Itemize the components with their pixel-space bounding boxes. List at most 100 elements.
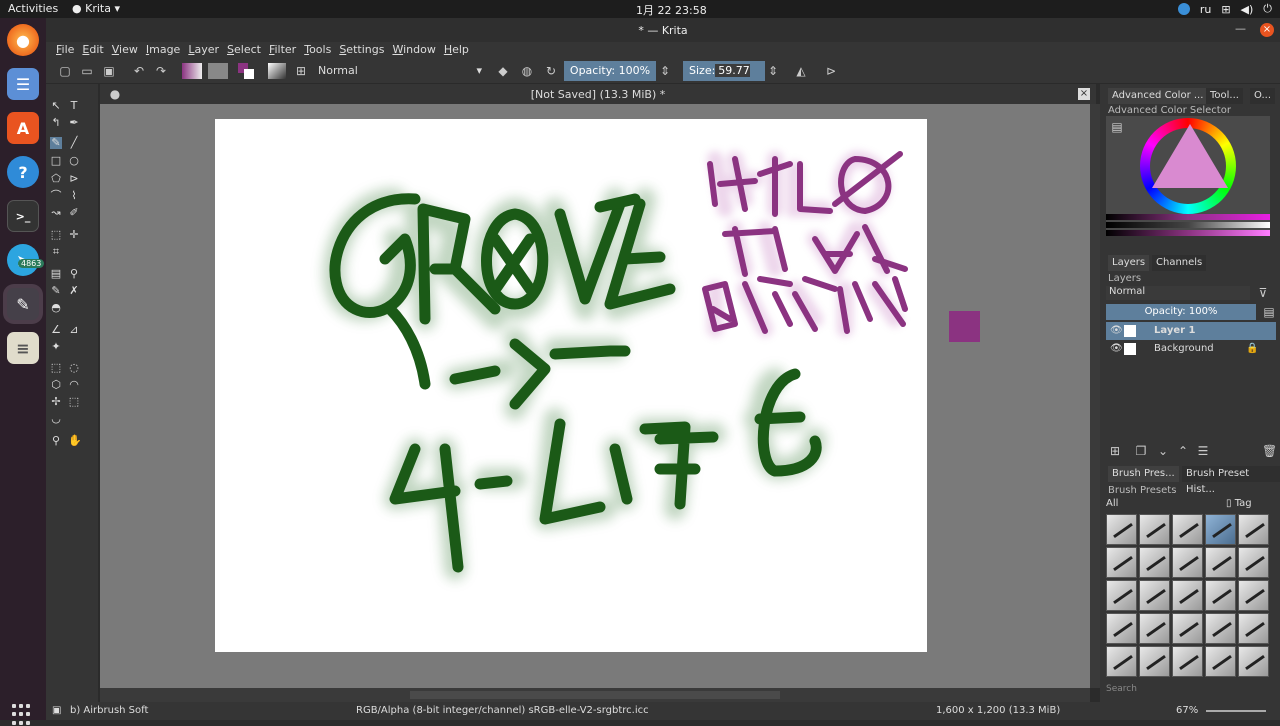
terminal-icon[interactable]: >_: [7, 200, 39, 232]
system-tray[interactable]: ru ⊞ ◀) ⏻: [1177, 2, 1272, 16]
move-layer-down-icon[interactable]: ⌄: [1156, 444, 1170, 458]
preset-tile[interactable]: [1172, 613, 1203, 644]
bezier-tool-icon[interactable]: ⌒: [50, 190, 62, 202]
input-language[interactable]: ru: [1200, 3, 1212, 16]
workspace-icon[interactable]: ⊞: [294, 64, 308, 78]
mirror-vertical-icon[interactable]: ⊳: [824, 64, 838, 78]
bezier-select-icon[interactable]: ◡: [50, 413, 62, 425]
menu-help[interactable]: Help: [440, 42, 473, 58]
pattern-selector[interactable]: [208, 63, 228, 79]
move-tool-icon[interactable]: ✛: [68, 229, 80, 241]
undo-icon[interactable]: ↶: [132, 64, 146, 78]
save-icon[interactable]: ▣: [102, 64, 116, 78]
tab-layers[interactable]: Layers: [1108, 255, 1150, 271]
menu-select[interactable]: Select: [223, 42, 265, 58]
preset-tile[interactable]: [1172, 514, 1203, 545]
help-icon[interactable]: ?: [7, 156, 39, 188]
gradient-tool-icon[interactable]: ▤: [50, 268, 62, 280]
duplicate-layer-icon[interactable]: ❐: [1134, 444, 1148, 458]
activities-button[interactable]: Activities: [8, 2, 58, 15]
contiguous-select-icon[interactable]: ✢: [50, 396, 62, 408]
preset-tile[interactable]: [1106, 613, 1137, 644]
text-tool-icon[interactable]: T: [68, 100, 80, 112]
redo-icon[interactable]: ↷: [154, 64, 168, 78]
polygon-tool-icon[interactable]: ⬠: [50, 173, 62, 185]
menu-tools[interactable]: Tools: [300, 42, 335, 58]
colorize-mask-icon[interactable]: ✎: [50, 285, 62, 297]
preset-tile[interactable]: [1139, 514, 1170, 545]
preset-tile[interactable]: [1106, 580, 1137, 611]
layer-row-background[interactable]: 👁 Background 🔒: [1106, 340, 1276, 358]
color-gradient-bar-1[interactable]: [1106, 214, 1270, 220]
tab-channels[interactable]: Channels: [1152, 255, 1207, 271]
tab-advanced-color[interactable]: Advanced Color ...: [1108, 88, 1208, 104]
transform-tool-icon[interactable]: ⬚: [50, 229, 62, 241]
menu-settings[interactable]: Settings: [335, 42, 388, 58]
software-center-icon[interactable]: A: [7, 112, 39, 144]
menu-view[interactable]: View: [108, 42, 142, 58]
tag-button[interactable]: ▯ Tag: [1226, 498, 1270, 512]
menu-image[interactable]: Image: [142, 42, 184, 58]
polyline-tool-icon[interactable]: ⊳: [68, 173, 80, 185]
gradient-selector[interactable]: [182, 63, 202, 79]
preset-tile[interactable]: [1139, 646, 1170, 677]
preset-tile[interactable]: [1172, 580, 1203, 611]
preset-tile[interactable]: [1205, 580, 1236, 611]
preset-tile[interactable]: [1172, 646, 1203, 677]
zoom-tool-icon[interactable]: ⚲: [50, 435, 62, 447]
scrollbar-thumb[interactable]: [410, 691, 780, 699]
mirror-horizontal-icon[interactable]: ◭: [794, 64, 808, 78]
menu-layer[interactable]: Layer: [184, 42, 223, 58]
menu-filter[interactable]: Filter: [265, 42, 300, 58]
preset-tile[interactable]: [1106, 547, 1137, 578]
freehand-select-icon[interactable]: ◠: [68, 379, 80, 391]
edit-shapes-icon[interactable]: ↰: [50, 117, 62, 129]
dynamic-brush-icon[interactable]: ↝: [50, 207, 62, 219]
preset-tile[interactable]: [1238, 514, 1269, 545]
clock[interactable]: 1月 22 23:58: [636, 2, 707, 18]
menu-file[interactable]: File: [52, 42, 78, 58]
rect-select-icon[interactable]: ⬚: [50, 362, 62, 374]
ellipse-select-icon[interactable]: ◌: [68, 362, 80, 374]
preset-tile[interactable]: [1238, 613, 1269, 644]
settings-small-icon[interactable]: ▤: [1110, 120, 1124, 134]
blend-mode-select[interactable]: Normal ▾: [316, 62, 486, 80]
opacity-slider[interactable]: Opacity: 100%: [564, 61, 656, 81]
notes-icon[interactable]: ≡: [7, 332, 39, 364]
preset-tile[interactable]: [1238, 646, 1269, 677]
close-document-icon[interactable]: ×: [1078, 88, 1090, 100]
preset-tile[interactable]: [1172, 547, 1203, 578]
preset-tile-selected[interactable]: [1205, 514, 1236, 545]
menu-edit[interactable]: Edit: [78, 42, 107, 58]
preset-tile[interactable]: [1139, 547, 1170, 578]
measure-tool-icon[interactable]: ∠: [50, 324, 62, 336]
preserve-alpha-icon[interactable]: ◍: [520, 64, 534, 78]
opacity-spin-icon[interactable]: ⇕: [658, 64, 672, 78]
crop-tool-icon[interactable]: ⌗: [50, 246, 62, 258]
preset-tile[interactable]: [1205, 646, 1236, 677]
new-document-icon[interactable]: ▢: [58, 64, 72, 78]
preset-tile[interactable]: [1106, 514, 1137, 545]
preset-tile[interactable]: [1238, 547, 1269, 578]
preset-tile[interactable]: [1139, 613, 1170, 644]
tab-brush-history[interactable]: Brush Preset Hist...: [1182, 466, 1280, 495]
firefox-icon[interactable]: ●: [7, 24, 39, 56]
preset-tile[interactable]: [1139, 580, 1170, 611]
close-window-button[interactable]: ×: [1260, 23, 1274, 37]
rectangle-tool-icon[interactable]: □: [50, 155, 62, 167]
layer-properties-icon[interactable]: ▤: [1262, 305, 1276, 319]
open-document-icon[interactable]: ▭: [80, 64, 94, 78]
freehand-brush-icon[interactable]: ✎: [50, 137, 62, 149]
select-shapes-icon[interactable]: ↖: [50, 100, 62, 112]
similar-select-icon[interactable]: ⬚: [68, 396, 80, 408]
add-layer-icon[interactable]: ⊞: [1108, 444, 1122, 458]
calligraphy-icon[interactable]: ✒: [68, 117, 80, 129]
preset-tile[interactable]: [1205, 613, 1236, 644]
horizontal-scrollbar[interactable]: [100, 688, 1090, 702]
files-icon[interactable]: ☰: [7, 68, 39, 100]
zoom-slider[interactable]: [1206, 710, 1266, 712]
delete-layer-icon[interactable]: 🗑: [1262, 444, 1277, 458]
preset-search-field[interactable]: Search: [1106, 684, 1270, 698]
assistant-tool-icon[interactable]: ⊿: [68, 324, 80, 336]
menu-window[interactable]: Window: [388, 42, 439, 58]
